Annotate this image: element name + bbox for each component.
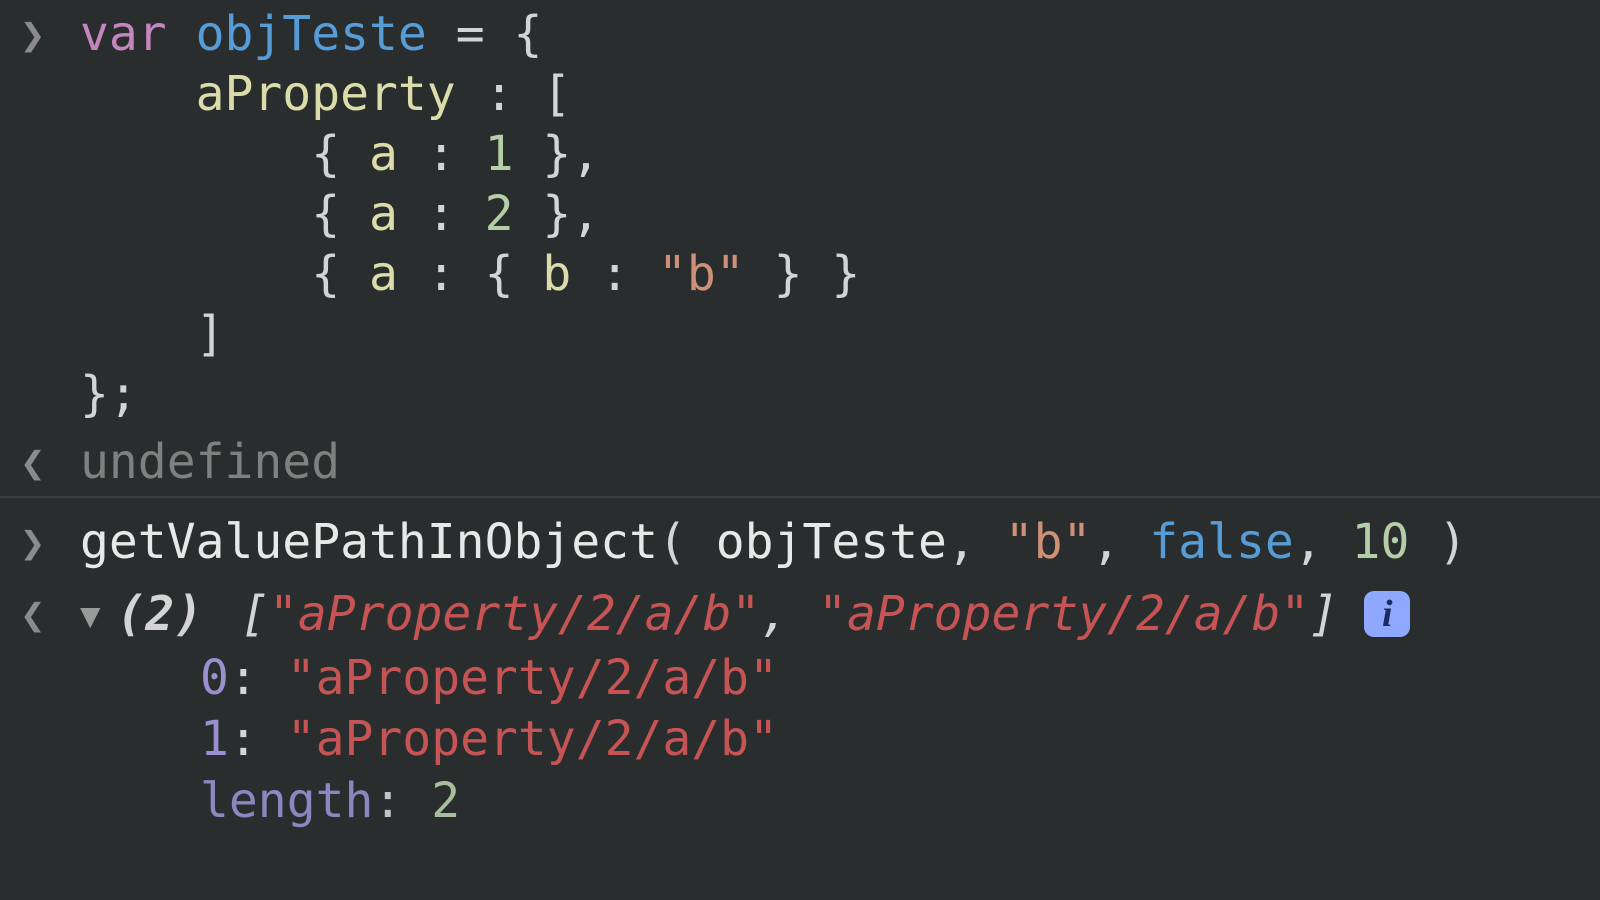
property-name: aProperty (196, 66, 456, 122)
keyword-var: var (80, 6, 167, 62)
array-entry[interactable]: 0: "aProperty/2/a/b" (0, 648, 1600, 709)
array-length-badge: (2) (116, 586, 203, 642)
identifier-objteste: objTeste (196, 6, 427, 62)
punct-rbracket: ] (196, 306, 225, 362)
info-icon[interactable]: i (1364, 591, 1410, 637)
result-gutter: ❮ (20, 584, 80, 639)
expand-triangle-icon[interactable]: ▼ (80, 592, 108, 636)
punct-rbrace: }; (80, 366, 138, 422)
arg-bool: false (1149, 514, 1294, 570)
input-gutter: ❯ (20, 512, 80, 567)
code-call[interactable]: getValuePathInObject( objTeste, "b", fal… (80, 512, 1467, 572)
length-label: length (200, 773, 373, 829)
input-gutter: ❯ (20, 4, 80, 59)
console-input-row: ❯ getValuePathInObject( objTeste, "b", f… (0, 498, 1600, 576)
entry-index-1: 1 (200, 711, 229, 767)
console-result-row: ❮ undefined (0, 428, 1600, 496)
punct-lbracket: [ (211, 586, 269, 642)
length-value: 2 (431, 773, 460, 829)
punct-colon: : (456, 66, 543, 122)
arg-string: "b" (1005, 514, 1092, 570)
entry-value-0: "aProperty/2/a/b" (287, 650, 778, 706)
entry-index-0: 0 (200, 650, 229, 706)
punct-comma: , (760, 586, 818, 642)
array-preview-item-1: "aProperty/2/a/b" (818, 586, 1309, 642)
punct-lbracket: [ (542, 66, 571, 122)
punct-rbracket: ] (1309, 586, 1338, 642)
function-name: getValuePathInObject (80, 514, 658, 570)
array-entry[interactable]: 1: "aProperty/2/a/b" (0, 709, 1600, 770)
code-block[interactable]: var objTeste = { aProperty : [ { a : 1 }… (80, 4, 860, 424)
output-chevron-icon: ❮ (20, 438, 45, 487)
array-preview-item-0: "aProperty/2/a/b" (269, 586, 760, 642)
arg-number: 10 (1352, 514, 1410, 570)
result-undefined: undefined (80, 432, 340, 492)
punct-equals: = (427, 6, 514, 62)
punct-lbrace: { (514, 6, 543, 62)
array-summary[interactable]: ▼ (2) ["aProperty/2/a/b", "aProperty/2/a… (80, 584, 1410, 644)
array-item-3: { a : { b : "b" } } (311, 246, 860, 302)
input-chevron-icon: ❯ (20, 518, 45, 567)
output-chevron-icon: ❮ (20, 590, 45, 639)
console-result-row: ❮ ▼ (2) ["aProperty/2/a/b", "aProperty/2… (0, 576, 1600, 648)
entry-value-1: "aProperty/2/a/b" (287, 711, 778, 767)
result-gutter: ❮ (20, 432, 80, 487)
array-length-entry[interactable]: length: 2 (0, 771, 1600, 832)
input-chevron-icon: ❯ (20, 10, 45, 59)
array-item-2: { a : 2 }, (311, 186, 600, 242)
arg-object: objTeste (716, 514, 947, 570)
console-input-row: ❯ var objTeste = { aProperty : [ { a : 1… (0, 0, 1600, 428)
array-item-1: { a : 1 }, (311, 126, 600, 182)
